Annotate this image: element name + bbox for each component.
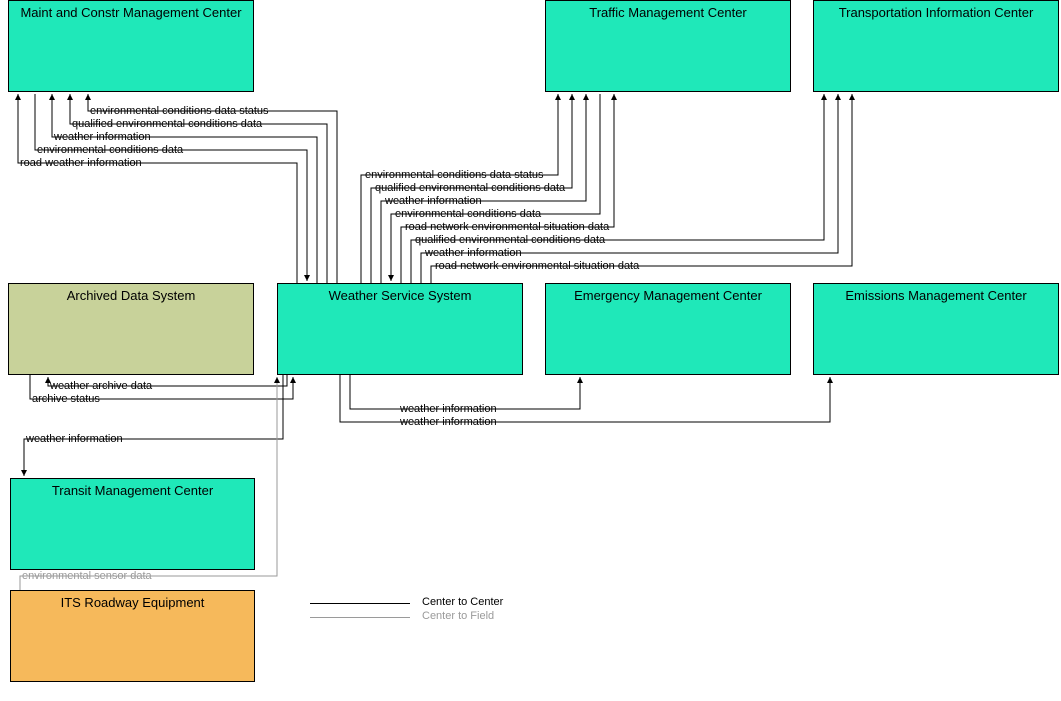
- flow-archived-1: archive status: [32, 393, 100, 405]
- legend-c2f: Center to Field: [422, 610, 494, 622]
- flow-tic-2: road network environmental situation dat…: [435, 260, 639, 272]
- flow-traffic-1: qualified environmental conditions data: [375, 182, 565, 194]
- flow-archived-0: weather archive data: [50, 380, 152, 392]
- flow-maint-3: environmental conditions data: [37, 144, 183, 156]
- flow-maint-1: qualified environmental conditions data: [72, 118, 262, 130]
- flow-emerg: weather information: [400, 403, 497, 415]
- flow-maint-0: environmental conditions data status: [90, 105, 269, 117]
- legend-line-c2c: [310, 603, 410, 604]
- flow-emiss: weather information: [400, 416, 497, 428]
- flow-traffic-0: environmental conditions data status: [365, 169, 544, 181]
- flow-traffic-2: weather information: [385, 195, 482, 207]
- flow-traffic-4: road network environmental situation dat…: [405, 221, 609, 233]
- legend-line-c2f: [310, 617, 410, 618]
- flow-maint-2: weather information: [54, 131, 151, 143]
- legend-c2c: Center to Center: [422, 596, 503, 608]
- flow-its: environmental sensor data: [22, 570, 152, 582]
- flow-traffic-3: environmental conditions data: [395, 208, 541, 220]
- flow-transit: weather information: [26, 433, 123, 445]
- diagram-stage: Maint and Constr Management Center Traff…: [0, 0, 1061, 701]
- flow-tic-1: weather information: [425, 247, 522, 259]
- flow-maint-4: road weather information: [20, 157, 142, 169]
- flow-tic-0: qualified environmental conditions data: [415, 234, 605, 246]
